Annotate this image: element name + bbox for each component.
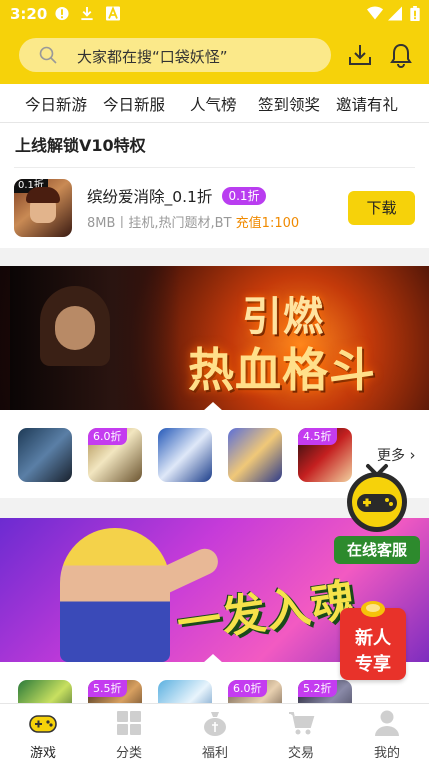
nav-today-new-games[interactable]: 今日新游 — [25, 93, 87, 115]
download-icon[interactable] — [348, 43, 372, 67]
tab-profile[interactable]: 我的 — [344, 704, 429, 763]
battery-icon — [410, 6, 420, 21]
character-hair — [26, 187, 60, 203]
banner-fighting[interactable]: 引燃 热血格斗 — [0, 266, 429, 410]
nav-checkin-rewards[interactable]: 签到领奖 — [258, 93, 320, 115]
banner-title-line2: 热血格斗 — [188, 343, 376, 397]
game-title[interactable]: 缤纷爱消除_0.1折 — [87, 185, 212, 207]
tab-profile-label: 我的 — [373, 746, 400, 761]
gamepad-icon — [29, 715, 57, 733]
tab-games[interactable]: 游戏 — [0, 704, 86, 763]
customer-service-widget[interactable]: 在线客服 — [334, 460, 420, 568]
game-meta-recharge: 充值1:100 — [235, 216, 300, 231]
download-status-icon — [81, 6, 93, 21]
gamepad-mascot-icon — [347, 464, 407, 532]
discount-tag: 5.5折 — [88, 680, 127, 697]
search-input[interactable]: 大家都在搜“口袋妖怪” — [19, 38, 331, 72]
nav-invite-rewards[interactable]: 邀请有礼 — [336, 93, 398, 115]
section-gap — [0, 248, 429, 266]
coins-icon — [361, 601, 385, 617]
banner-pointer — [203, 402, 223, 410]
wifi-icon — [367, 6, 383, 20]
discount-badge: 0.1折 — [222, 187, 266, 205]
alert-icon — [55, 6, 69, 21]
grid-icon — [117, 711, 141, 735]
tab-trade-label: 交易 — [287, 746, 314, 761]
money-bag-icon — [204, 712, 226, 736]
tab-categories[interactable]: 分类 — [86, 704, 172, 763]
game-icon-1[interactable] — [18, 428, 72, 482]
newbie-line2: 专享 — [355, 654, 391, 675]
cart-icon — [289, 712, 315, 735]
game-icon-3[interactable] — [158, 428, 212, 482]
top-header: 3:20 大家都在搜“口袋妖怪” — [0, 0, 429, 84]
tab-benefits-label: 福利 — [201, 746, 228, 761]
banner-character — [60, 528, 170, 662]
newbie-line1: 新人 — [355, 628, 391, 649]
category-nav: 今日新游 今日新服 人气榜 签到领奖 邀请有礼 — [0, 84, 429, 123]
discount-tag: 4.5折 — [298, 428, 337, 445]
newbie-exclusive-badge[interactable]: 新人 专享 — [340, 600, 406, 680]
tab-categories-label: 分类 — [115, 746, 142, 761]
download-button[interactable]: 下载 — [348, 191, 415, 225]
banner-pointer — [203, 654, 223, 662]
discount-tag: 6.0折 — [88, 428, 127, 445]
a-status-icon — [106, 6, 120, 21]
game-icon-2[interactable]: 6.0折 — [88, 428, 142, 482]
customer-service-label: 在线客服 — [334, 536, 420, 564]
signal-icon — [388, 6, 402, 21]
game-icon[interactable]: 0.1折 — [14, 179, 72, 237]
game-icon-4[interactable] — [228, 428, 282, 482]
discount-tag: 6.0折 — [228, 680, 267, 697]
bottom-navigation: 游戏 分类 福利 交易 我的 — [0, 703, 429, 763]
banner-character-face — [55, 306, 95, 350]
game-meta-info: 8MB丨挂机,热门题材,BT — [87, 216, 232, 231]
status-time: 3:20 — [10, 5, 48, 23]
tab-benefits[interactable]: 福利 — [172, 704, 258, 763]
nav-today-new-servers[interactable]: 今日新服 — [103, 93, 165, 115]
promo-title: 上线解锁V10特权 — [15, 136, 146, 155]
search-placeholder: 大家都在搜“口袋妖怪” — [77, 48, 228, 66]
user-icon — [375, 710, 399, 736]
notification-bell-icon[interactable] — [389, 42, 413, 68]
game-meta: 8MB丨挂机,热门题材,BT 充值1:100 — [87, 212, 299, 231]
tab-trade[interactable]: 交易 — [258, 704, 344, 763]
divider — [14, 167, 415, 168]
search-icon — [39, 46, 57, 64]
tab-games-label: 游戏 — [29, 746, 56, 761]
discount-tag: 5.2折 — [298, 680, 337, 697]
nav-popular-ranking[interactable]: 人气榜 — [190, 93, 237, 115]
